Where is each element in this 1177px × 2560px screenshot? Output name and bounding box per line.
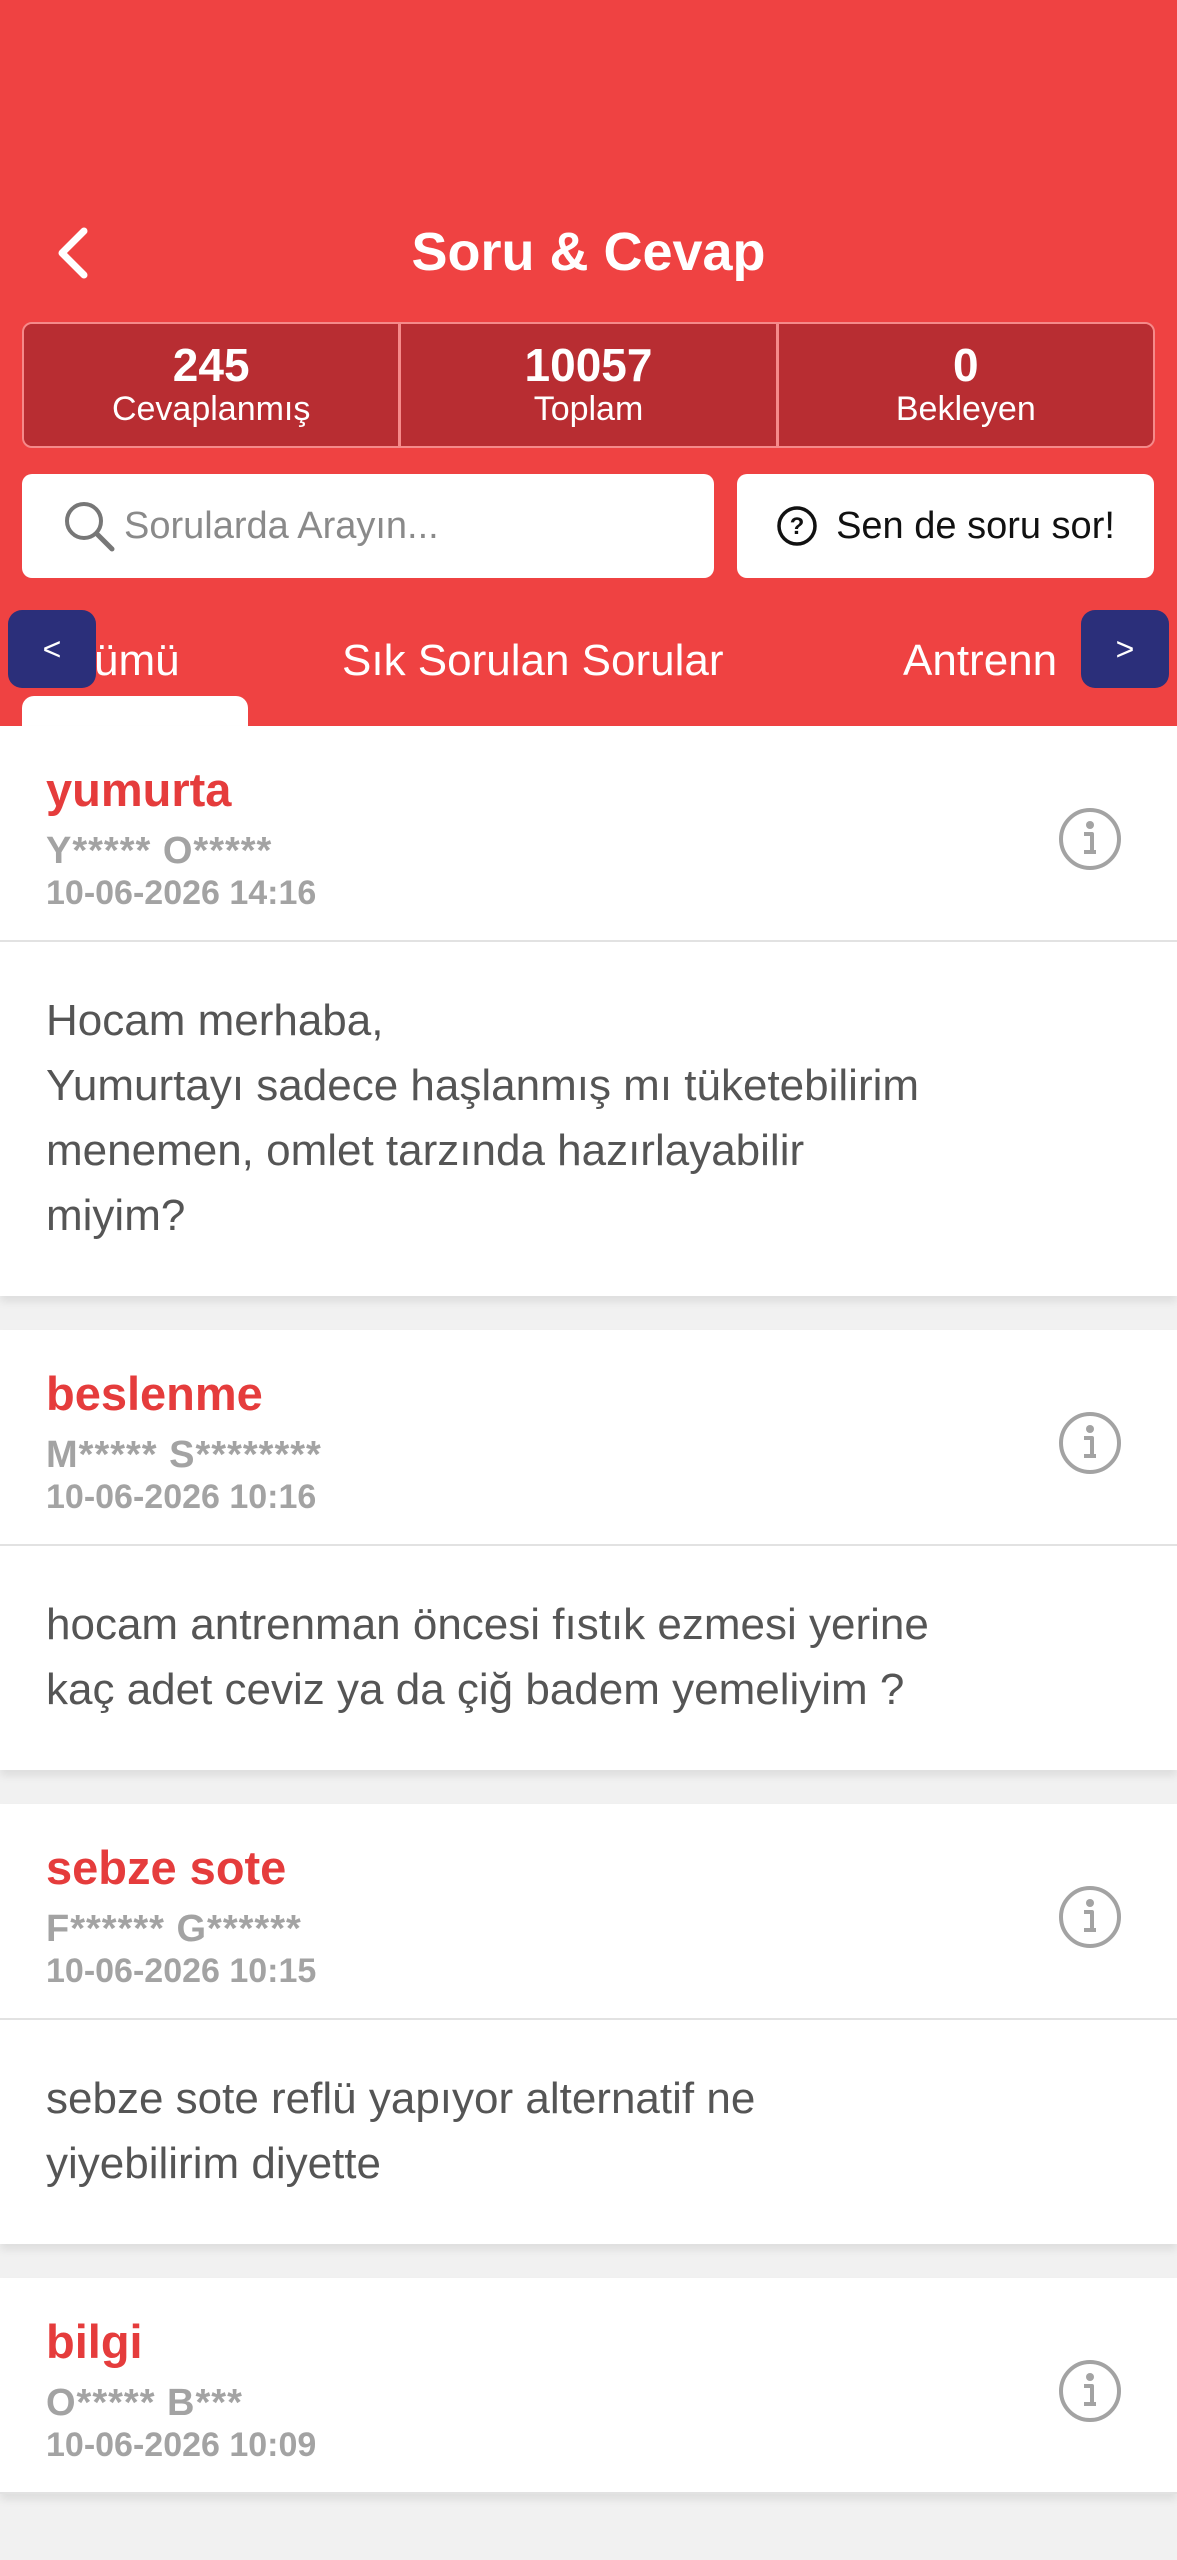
tab-all[interactable]: ümü: [94, 636, 180, 686]
question-text: sebze sote reflü yapıyor alternatif ne y…: [0, 2020, 1177, 2244]
info-icon[interactable]: [1057, 1884, 1123, 1950]
question-header: sebze sote F****** G****** 10-06-2026 10…: [0, 1804, 1177, 2020]
stat-total-label: Toplam: [533, 390, 644, 428]
question-text-line: sebze sote reflü yapıyor alternatif ne: [46, 2074, 756, 2123]
question-header: yumurta Y***** O***** 10-06-2026 14:16: [0, 726, 1177, 942]
question-text-line: menemen, omlet tarzında hazırlayabilir: [46, 1126, 805, 1175]
question-card[interactable]: bilgi O***** B*** 10-06-2026 10:09: [0, 2278, 1177, 2494]
question-title: bilgi: [46, 2315, 143, 2368]
category-tabs: ümü Sık Sorulan Sorular Antrenn: [0, 600, 1177, 726]
question-header: beslenme M***** S******** 10-06-2026 10:…: [0, 1330, 1177, 1546]
ask-question-button[interactable]: ? Sen de soru sor!: [737, 474, 1154, 578]
question-user: M***** S********: [46, 1434, 322, 1476]
active-tab-indicator: [22, 696, 248, 726]
page-title: Soru & Cevap: [411, 222, 766, 282]
search-input[interactable]: [122, 503, 686, 549]
svg-text:?: ?: [790, 513, 805, 540]
question-text-line: miyim?: [46, 1191, 186, 1240]
question-user: Y***** O*****: [46, 830, 273, 872]
info-icon[interactable]: [1057, 2358, 1123, 2424]
stat-pending-label: Bekleyen: [895, 390, 1036, 428]
question-text-line: hocam antrenman öncesi fıstık ezmesi yer…: [46, 1600, 929, 1649]
question-card[interactable]: yumurta Y***** O***** 10-06-2026 14:16 H…: [0, 726, 1177, 1296]
tabs-next-button[interactable]: >: [1081, 610, 1169, 688]
search-box[interactable]: [22, 474, 714, 578]
question-text-line: kaç adet ceviz ya da çiğ badem yemeliyim…: [46, 1665, 905, 1714]
question-text-line: Hocam merhaba,: [46, 996, 384, 1045]
question-date: 10-06-2026 10:09: [46, 2426, 317, 2464]
question-text-line: yiyebilirim diyette: [46, 2139, 381, 2188]
question-card[interactable]: beslenme M***** S******** 10-06-2026 10:…: [0, 1330, 1177, 1770]
tab-faq[interactable]: Sık Sorulan Sorular: [342, 636, 724, 686]
stat-answered-label: Cevaplanmış: [111, 390, 311, 428]
question-list: yumurta Y***** O***** 10-06-2026 14:16 H…: [0, 726, 1177, 2528]
question-date: 10-06-2026 10:16: [46, 1478, 317, 1516]
stat-answered: 245 Cevaplanmış: [24, 324, 402, 446]
question-card[interactable]: sebze sote F****** G****** 10-06-2026 10…: [0, 1804, 1177, 2244]
search-icon: [65, 502, 115, 552]
question-user: O***** B***: [46, 2382, 243, 2424]
question-text-line: Yumurtayı sadece haşlanmış mı tüketebili…: [46, 1061, 920, 1110]
question-text: hocam antrenman öncesi fıstık ezmesi yer…: [0, 1546, 1177, 1770]
info-icon[interactable]: [1057, 806, 1123, 872]
stats-bar: 245 Cevaplanmış 10057 Toplam 0 Bekleyen: [22, 322, 1155, 448]
question-title: yumurta: [46, 763, 232, 816]
question-user: F****** G******: [46, 1908, 302, 1950]
stat-total: 10057 Toplam: [401, 324, 779, 446]
stat-total-value: 10057: [524, 339, 653, 391]
question-title: sebze sote: [46, 1841, 287, 1894]
question-header: bilgi O***** B*** 10-06-2026 10:09: [0, 2278, 1177, 2494]
question-circle-icon: ?: [777, 506, 817, 546]
question-date: 10-06-2026 14:16: [46, 874, 317, 912]
tabs-prev-button[interactable]: <: [8, 610, 96, 688]
question-date: 10-06-2026 10:15: [46, 1952, 317, 1990]
stat-pending: 0 Bekleyen: [778, 324, 1153, 446]
stat-pending-value: 0: [953, 339, 979, 391]
tab-training[interactable]: Antrenn: [903, 636, 1057, 686]
info-icon[interactable]: [1057, 1410, 1123, 1476]
question-title: beslenme: [46, 1367, 263, 1420]
question-text: Hocam merhaba, Yumurtayı sadece haşlanmı…: [0, 942, 1177, 1296]
ask-question-label: Sen de soru sor!: [836, 504, 1115, 547]
stat-answered-value: 245: [172, 339, 250, 391]
